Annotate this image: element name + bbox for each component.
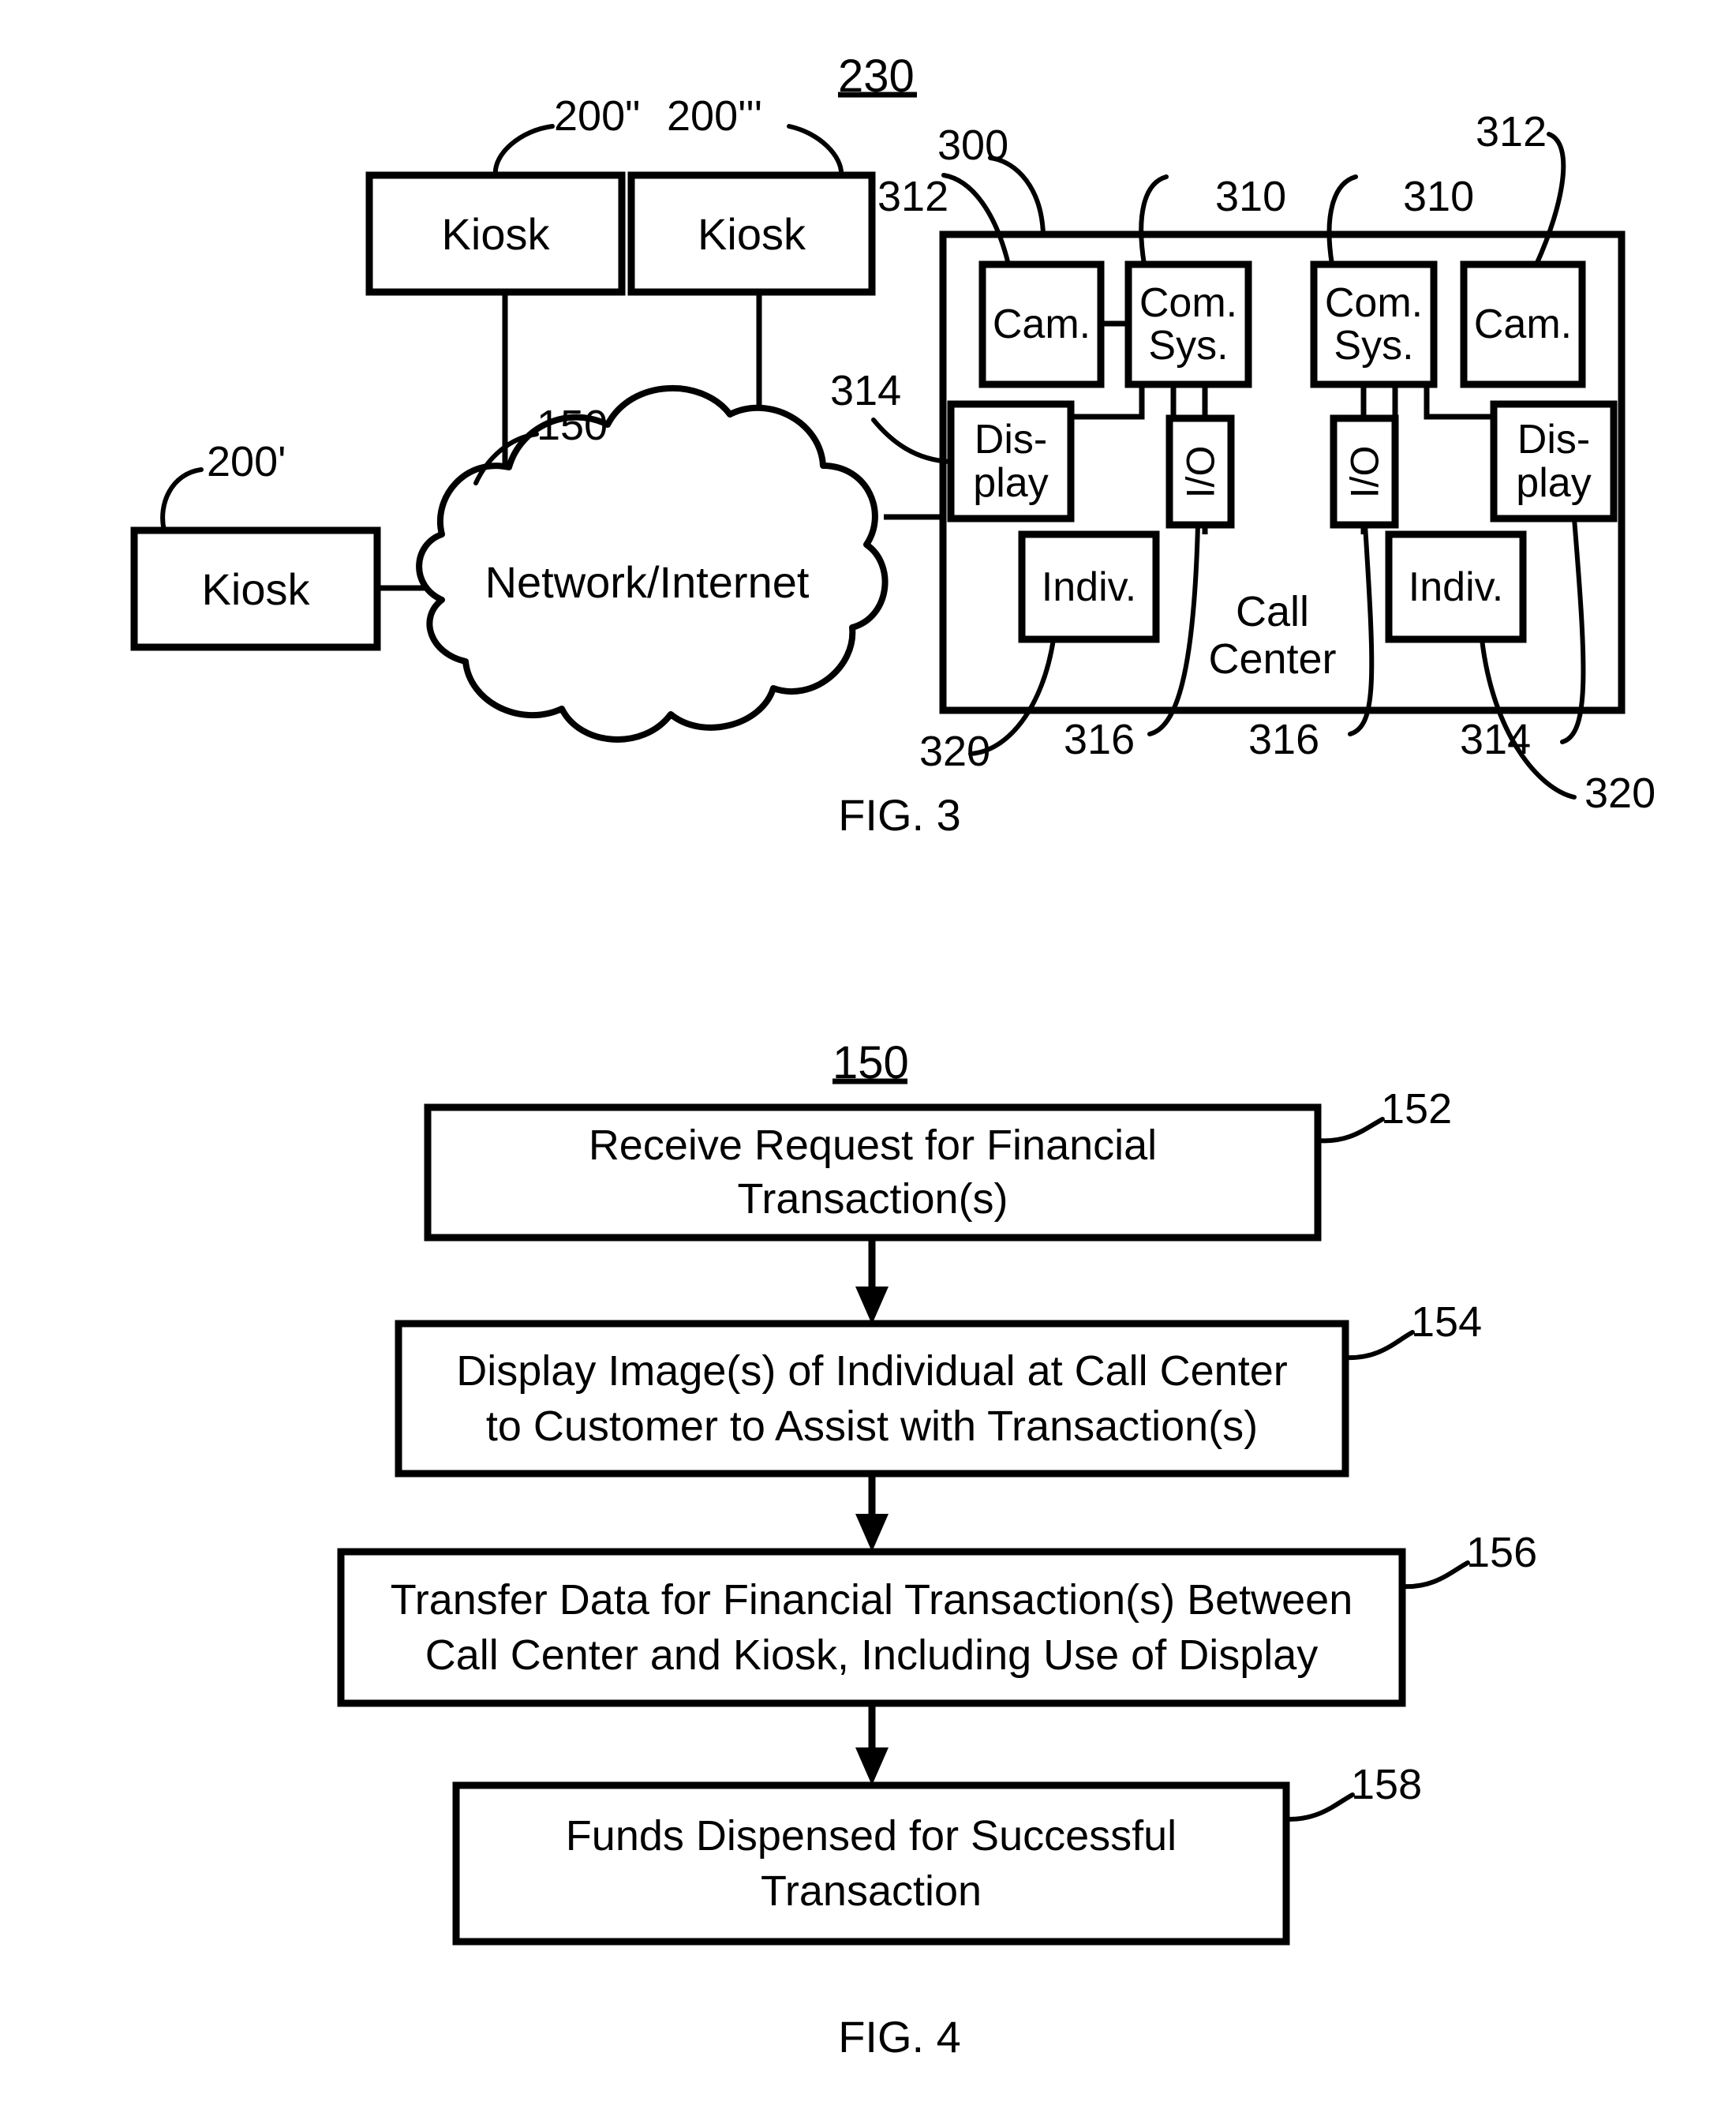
ref-300: 300: [937, 122, 1009, 169]
flow-step-158-line1: Funds Dispensed for Successful: [565, 1811, 1177, 1860]
display-left-line2: play: [973, 459, 1049, 506]
ref-312-left: 312: [877, 173, 949, 220]
ref-200-prime: 200': [207, 438, 286, 485]
ref-156: 156: [1466, 1529, 1538, 1576]
leader-314-display-left: [871, 418, 953, 464]
ref-320-indiv-left: 320: [919, 728, 991, 775]
leader-154: [1343, 1330, 1415, 1361]
flow-step-156-line2: Call Center and Kiosk, Including Use of …: [425, 1631, 1319, 1679]
ref-154: 154: [1411, 1298, 1483, 1346]
flow-step-152-line1: Receive Request for Financial: [588, 1122, 1158, 1169]
leader-200-double-prime: [492, 124, 555, 178]
leader-200-triple-prime: [787, 124, 844, 178]
ref-150-method: 150: [832, 1037, 909, 1088]
flow-step-154-line2: to Customer to Assist with Transaction(s…: [485, 1403, 1259, 1450]
io-left-label: I/O: [1178, 445, 1222, 498]
ref-316-io-left: 316: [1064, 716, 1136, 763]
display-left-line1: Dis-: [974, 417, 1048, 463]
ref-230: 230: [838, 51, 915, 102]
call-center-label: Call Center: [1192, 588, 1353, 684]
cam-right-label: Cam.: [1473, 302, 1573, 347]
leader-156: [1400, 1560, 1470, 1590]
fig3-caption: FIG. 3: [838, 790, 961, 840]
display-right-line2: play: [1516, 459, 1592, 506]
leader-158: [1284, 1792, 1355, 1822]
flow-step-158-line2: Transaction: [760, 1867, 982, 1915]
ref-314-display-right: 314: [1460, 716, 1532, 763]
flow-step-156-line1: Transfer Data for Financial Transaction(…: [390, 1575, 1353, 1624]
ref-150-network: 150: [537, 402, 608, 449]
display-right-line1: Dis-: [1517, 417, 1591, 463]
kiosk-left-label: Kiosk: [201, 564, 310, 614]
comsys-right-line2: Sys.: [1334, 323, 1414, 369]
kiosk-right-label: Kiosk: [698, 208, 806, 259]
flow-arrow-152-154: [855, 1238, 889, 1324]
leader-200-prime: [160, 467, 204, 533]
ref-314-left: 314: [830, 367, 902, 414]
flow-step-156-text: Transfer Data for Financial Transaction(…: [341, 1552, 1402, 1703]
call-center-line1: Call: [1235, 588, 1310, 635]
flow-arrow-156-158: [855, 1703, 889, 1785]
io-right-label-wrap: I/O: [1334, 418, 1395, 525]
comsys-right-line1: Com.: [1324, 279, 1424, 326]
ref-310-right: 310: [1403, 173, 1475, 220]
cam-left-label: Cam.: [992, 302, 1091, 347]
ref-310-left: 310: [1215, 173, 1287, 220]
ref-200-double-prime: 200": [554, 92, 641, 140]
comsys-left-line2: Sys.: [1148, 323, 1229, 369]
ref-320-indiv-right: 320: [1584, 770, 1656, 817]
io-left-label-wrap: I/O: [1169, 418, 1231, 525]
flow-step-158-text: Funds Dispensed for Successful Transacti…: [456, 1785, 1286, 1942]
ref-312-right: 312: [1476, 108, 1547, 155]
io-right-label: I/O: [1342, 445, 1386, 498]
indiv-left-label: Indiv.: [1041, 564, 1137, 610]
ref-316-io-right: 316: [1248, 716, 1320, 763]
comsys-right-label: Com. Sys.: [1314, 264, 1434, 384]
call-center-line2: Center: [1208, 635, 1337, 684]
flow-step-152-line2: Transaction(s): [737, 1174, 1008, 1223]
display-right-label: Dis- play: [1494, 404, 1614, 519]
leader-152: [1315, 1117, 1385, 1144]
kiosk-mid-label: Kiosk: [441, 208, 550, 259]
indiv-right-label: Indiv.: [1408, 564, 1504, 610]
network-label: Network/Internet: [485, 557, 810, 607]
flow-step-152-text: Receive Request for Financial Transactio…: [428, 1107, 1318, 1238]
ref-152: 152: [1381, 1085, 1453, 1133]
ref-200-triple-prime: 200''': [667, 92, 763, 140]
ref-158: 158: [1351, 1761, 1423, 1808]
leader-300-call-center: [988, 155, 1046, 237]
comsys-left-label: Com. Sys.: [1128, 264, 1248, 384]
display-left-label: Dis- play: [951, 404, 1071, 519]
flow-step-154-line1: Display Image(s) of Individual at Call C…: [456, 1347, 1288, 1395]
comsys-left-line1: Com.: [1139, 279, 1238, 326]
fig4-caption: FIG. 4: [838, 2012, 961, 2062]
flow-arrow-154-156: [855, 1474, 889, 1552]
patent-figure-sheet: 230 200" 200''' 200' Kiosk Kiosk Kiosk 1…: [0, 0, 1736, 2105]
flow-step-154-text: Display Image(s) of Individual at Call C…: [398, 1324, 1345, 1474]
